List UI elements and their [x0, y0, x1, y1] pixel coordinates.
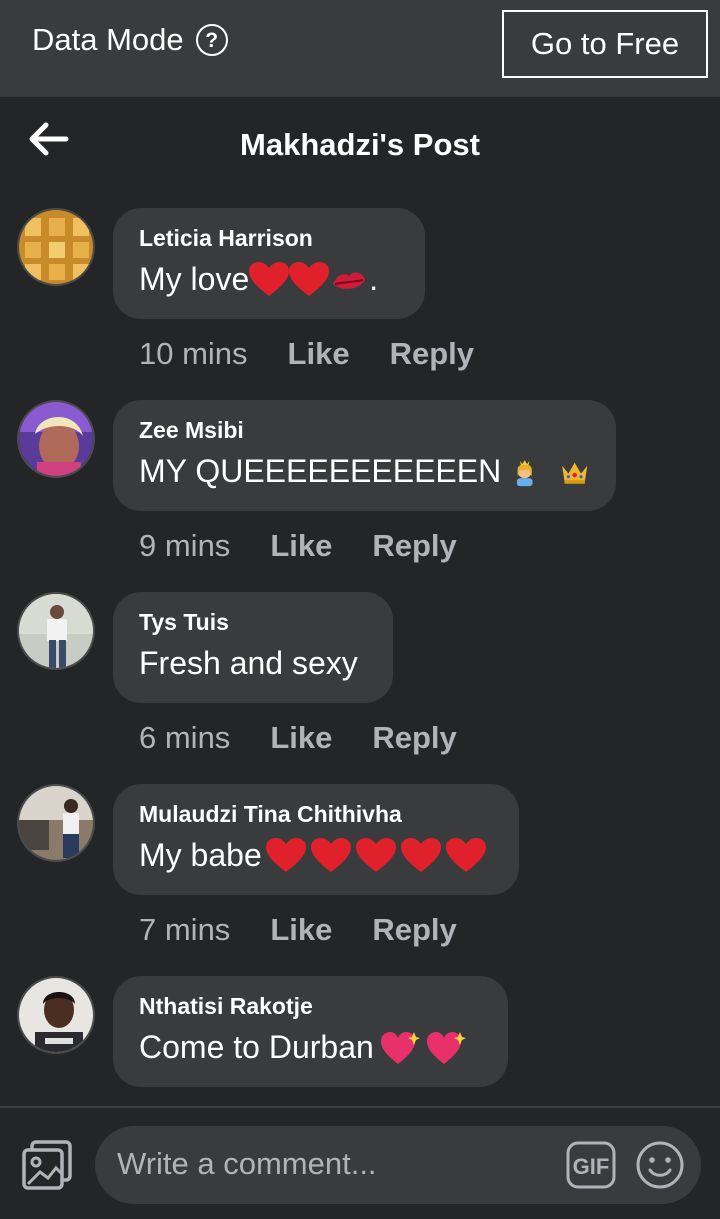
post-header: Makhadzi's Post — [0, 97, 720, 193]
comment-bubble: Nthatisi Rakotje Come to Durban — [113, 976, 508, 1087]
kiss-mark-icon — [329, 262, 369, 298]
crown-icon — [559, 454, 590, 490]
comment-time: 9 mins — [139, 528, 231, 563]
data-mode-bar: Data Mode ? Go to Free — [0, 0, 720, 97]
comment-composer: Write a comment... GIF — [0, 1106, 720, 1219]
sparkling-heart-icon — [426, 1030, 466, 1066]
smile-icon[interactable] — [635, 1140, 685, 1190]
comment-text: Fresh and sexy — [139, 645, 367, 682]
reply-button[interactable]: Reply — [372, 912, 456, 948]
princess-icon — [509, 454, 540, 490]
comment-meta: 6 mins Like Reply — [139, 718, 457, 758]
page-title: Makhadzi's Post — [240, 127, 480, 162]
comment-trailing: . — [369, 261, 379, 297]
comment-bubble: Tys Tuis Fresh and sexy — [113, 592, 393, 703]
comment-text-content: MY QUEEEEEEEEEEEN — [139, 453, 502, 489]
reply-button[interactable]: Reply — [372, 720, 456, 756]
comment-time: 10 mins — [139, 336, 248, 371]
like-button[interactable]: Like — [288, 336, 350, 372]
go-to-free-button[interactable]: Go to Free — [502, 10, 708, 78]
comment-text: My babe — [139, 837, 493, 874]
red-heart-icon — [289, 261, 330, 298]
reply-button[interactable]: Reply — [372, 528, 456, 564]
comment-text-content: My love — [139, 261, 250, 297]
photo-icon[interactable] — [20, 1138, 74, 1192]
comment-bubble: Mulaudzi Tina Chithivha My babe — [113, 784, 519, 895]
avatar[interactable] — [17, 208, 95, 286]
comment-bubble: Leticia Harrison My love . — [113, 208, 425, 319]
comment-text: My love . — [139, 261, 399, 298]
avatar[interactable] — [17, 784, 95, 862]
help-icon[interactable]: ? — [195, 24, 228, 56]
comment-author[interactable]: Tys Tuis — [139, 609, 367, 636]
comment-author[interactable]: Nthatisi Rakotje — [139, 993, 482, 1020]
comment-author[interactable]: Zee Msibi — [139, 417, 590, 444]
comment-placeholder: Write a comment... — [117, 1146, 377, 1181]
red-heart-icon — [249, 261, 290, 298]
comment-item: Leticia Harrison My love . 10 mins Like … — [0, 208, 720, 400]
comment-item: Tys Tuis Fresh and sexy 6 mins Like Repl… — [0, 592, 720, 784]
sparkling-heart-icon — [380, 1030, 420, 1066]
avatar[interactable] — [17, 592, 95, 670]
like-button[interactable]: Like — [270, 720, 332, 756]
data-mode-label: Data Mode — [32, 22, 184, 57]
comment-author[interactable]: Leticia Harrison — [139, 225, 399, 252]
red-heart-icon — [265, 837, 306, 874]
comment-time: 6 mins — [139, 720, 231, 755]
red-heart-icon — [310, 837, 351, 874]
comment-meta: 9 mins Like Reply — [139, 526, 457, 566]
comment-bubble: Zee Msibi MY QUEEEEEEEEEEEN — [113, 400, 616, 511]
comment-item: Zee Msibi MY QUEEEEEEEEEEEN 9 mins Like … — [0, 400, 720, 592]
gif-icon[interactable]: GIF — [566, 1141, 616, 1189]
red-heart-icon — [445, 837, 486, 874]
comment-meta: 10 mins Like Reply — [139, 334, 474, 374]
avatar[interactable] — [17, 400, 95, 478]
comment-text-content: My babe — [139, 837, 262, 873]
red-heart-icon — [355, 837, 396, 874]
like-button[interactable]: Like — [270, 912, 332, 948]
gif-label: GIF — [573, 1154, 610, 1179]
reply-button[interactable]: Reply — [390, 336, 474, 372]
comment-text: Come to Durban — [139, 1029, 482, 1066]
comment-text-content: Fresh and sexy — [139, 645, 358, 681]
comment-author[interactable]: Mulaudzi Tina Chithivha — [139, 801, 493, 828]
comment-item: Mulaudzi Tina Chithivha My babe 7 mins L… — [0, 784, 720, 976]
red-heart-icon — [400, 837, 441, 874]
comment-text: MY QUEEEEEEEEEEEN — [139, 453, 590, 490]
comment-input[interactable]: Write a comment... GIF — [95, 1126, 701, 1204]
comment-text-content: Come to Durban — [139, 1029, 374, 1065]
comment-time: 7 mins — [139, 912, 231, 947]
comment-meta: 7 mins Like Reply — [139, 910, 457, 950]
avatar[interactable] — [17, 976, 95, 1054]
like-button[interactable]: Like — [270, 528, 332, 564]
data-mode[interactable]: Data Mode ? — [32, 20, 228, 60]
